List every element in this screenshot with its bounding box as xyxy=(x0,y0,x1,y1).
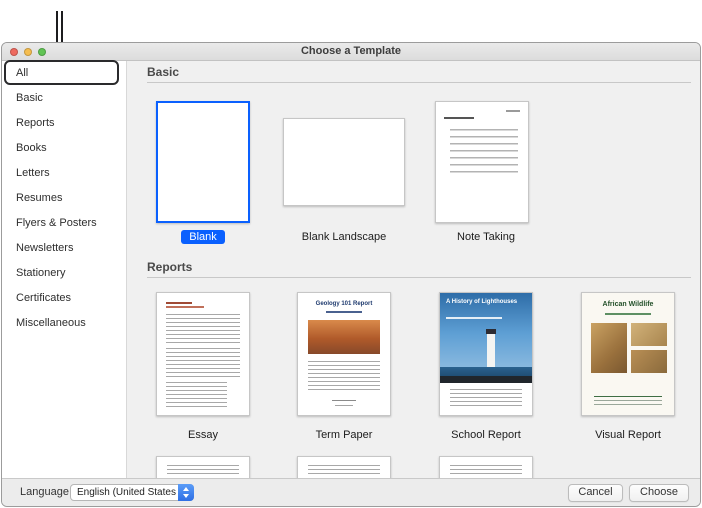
thumbnail-date-line xyxy=(506,110,520,112)
sidebar-item-flyers-posters[interactable]: Flyers & Posters xyxy=(2,211,126,236)
template-essay[interactable] xyxy=(156,292,250,416)
thumbnail-text-lines xyxy=(166,348,240,378)
thumbnail-name-line xyxy=(335,404,353,406)
template-label-school-report: School Report xyxy=(451,429,521,441)
choose-button[interactable]: Choose xyxy=(629,484,689,502)
language-popup[interactable]: English (United States) xyxy=(70,484,194,501)
language-label: Language: xyxy=(20,486,72,498)
canyon-photo xyxy=(308,320,380,354)
sidebar-item-certificates[interactable]: Certificates xyxy=(2,286,126,311)
minimize-button[interactable] xyxy=(24,48,32,56)
template-note-taking[interactable] xyxy=(435,101,529,223)
template-school-report[interactable]: A History of Lighthouses xyxy=(439,292,533,416)
thumbnail-footer xyxy=(440,383,532,415)
section-title-reports: Reports xyxy=(147,260,193,274)
popup-stepper-icon xyxy=(178,484,194,501)
section-divider xyxy=(147,82,691,83)
template-label-essay: Essay xyxy=(188,429,218,441)
template-label-blank-landscape: Blank Landscape xyxy=(301,231,387,243)
thumbnail-subtitle-line xyxy=(605,313,651,315)
window-title: Choose a Template xyxy=(300,45,402,57)
template-blank[interactable] xyxy=(156,101,250,223)
callout-pointer-line xyxy=(56,11,58,42)
selected-template-badge: Blank xyxy=(181,230,225,244)
sidebar-item-letters[interactable]: Letters xyxy=(2,161,126,186)
callout-pointer-line xyxy=(61,11,63,42)
sidebar-item-resumes[interactable]: Resumes xyxy=(2,186,126,211)
thumbnail-text-lines xyxy=(450,465,522,477)
thumbnail-subtitle-line xyxy=(446,317,502,319)
choose-template-window: Choose a Template All Basic Reports Book… xyxy=(1,42,701,507)
chevron-down-icon xyxy=(183,494,189,498)
category-sidebar: All Basic Reports Books Letters Resumes … xyxy=(2,61,127,478)
chevron-up-icon xyxy=(183,487,189,491)
sidebar-item-books[interactable]: Books xyxy=(2,136,126,161)
template-label-term-paper: Term Paper xyxy=(315,429,373,441)
thumbnail-title-line xyxy=(166,302,192,304)
sidebar-item-stationery[interactable]: Stationery xyxy=(2,261,126,286)
sidebar-item-newsletters[interactable]: Newsletters xyxy=(2,236,126,261)
template-partial[interactable] xyxy=(156,456,250,479)
thumbnail-text-lines xyxy=(594,400,662,408)
thumbnail-text-lines xyxy=(308,465,380,477)
thumbnail-name-line xyxy=(332,399,356,401)
thumbnail-text-lines xyxy=(308,361,380,393)
template-visual-report[interactable]: African Wildlife xyxy=(581,292,675,416)
sidebar-item-basic[interactable]: Basic xyxy=(2,86,126,111)
zoom-button[interactable] xyxy=(38,48,46,56)
template-label-note-taking: Note Taking xyxy=(457,231,515,243)
template-term-paper[interactable]: Geology 101 Report xyxy=(297,292,391,416)
giraffe-photo xyxy=(591,323,627,373)
language-popup-value: English (United States) xyxy=(77,487,176,498)
sidebar-item-miscellaneous[interactable]: Miscellaneous xyxy=(2,311,126,336)
template-blank-landscape[interactable] xyxy=(283,118,405,206)
screenshot-canvas: Choose a Template All Basic Reports Book… xyxy=(0,0,702,508)
section-title-basic: Basic xyxy=(147,65,180,79)
thumbnail-title-text: African Wildlife xyxy=(602,301,654,308)
thumbnail-text-lines xyxy=(166,382,227,408)
thumbnail-divider-line xyxy=(594,396,662,397)
thumbnail-text-lines xyxy=(450,129,518,178)
thumbnail-title-line xyxy=(166,306,204,308)
cancel-button[interactable]: Cancel xyxy=(568,484,623,502)
section-divider xyxy=(147,277,691,278)
template-gallery: Basic Blank Blank Landscape Note Taking … xyxy=(128,61,700,479)
template-label-visual-report: Visual Report xyxy=(595,429,661,441)
lighthouse-tower-graphic xyxy=(487,334,495,367)
template-label-blank: Blank xyxy=(138,230,268,245)
template-partial[interactable] xyxy=(439,456,533,479)
traffic-lights xyxy=(10,48,46,56)
thumbnail-title-text: Geology 101 Report xyxy=(315,301,373,307)
thumbnail-title-text: A History of Lighthouses xyxy=(446,299,518,305)
close-button[interactable] xyxy=(10,48,18,56)
thumbnail-text-lines xyxy=(450,389,522,409)
sidebar-item-all[interactable]: All xyxy=(2,61,126,86)
thumbnail-subtitle-line xyxy=(326,311,362,313)
footer-bar: Language: English (United States) Cancel… xyxy=(2,478,700,506)
giraffe-photo xyxy=(631,323,667,346)
thumbnail-title-line xyxy=(444,117,474,119)
rocks-graphic xyxy=(440,376,532,383)
thumbnail-text-lines xyxy=(166,314,240,344)
giraffe-photo xyxy=(631,350,667,373)
titlebar: Choose a Template xyxy=(2,43,700,61)
thumbnail-text-lines xyxy=(167,465,239,477)
lighthouse-photo: A History of Lighthouses xyxy=(440,293,532,383)
template-partial[interactable] xyxy=(297,456,391,479)
sidebar-item-reports[interactable]: Reports xyxy=(2,111,126,136)
